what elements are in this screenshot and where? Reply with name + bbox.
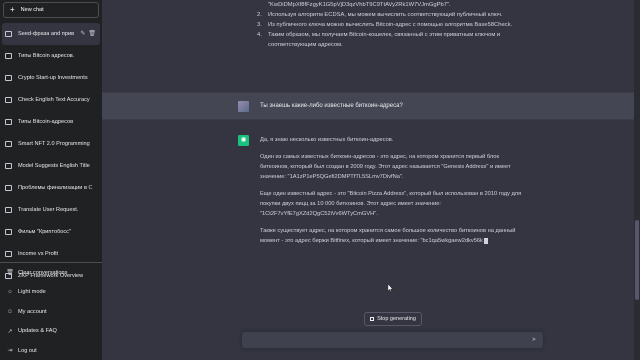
my-account-label: My account [18, 308, 47, 315]
chat-item-label: Translate User Request. [18, 207, 79, 213]
logout-icon: ⇥ [7, 348, 13, 355]
new-chat-label: New chat [20, 7, 44, 13]
user-message-row: Ты знаешь какие-либо известные биткоин-а… [102, 92, 634, 120]
chat-item[interactable]: Crypto Start-up Investments [0, 67, 102, 89]
user-message-text: Ты знаешь какие-либо известные биткоин-а… [260, 103, 403, 109]
chat-bubble-icon [5, 185, 12, 191]
previous-answer-list: "KwDiDMpXf8fFzgyK1G5pVjD3qzVhbT9C9TtAVy2… [257, 0, 527, 50]
chat-bubble-icon [5, 229, 12, 235]
chat-item[interactable]: Check English Text Accuracy [0, 89, 102, 111]
message-input-box: ➤ [242, 332, 543, 348]
chat-item[interactable]: Типы Bitcoin адресов. [0, 45, 102, 67]
answer-paragraph: Еще один известный адрес - это "Bitcoin … [260, 191, 522, 217]
chat-item-label: Seed-фраза and прив [18, 31, 75, 37]
answer-paragraph: Один из самых известных биткоин-адресов … [260, 154, 511, 180]
light-mode-button[interactable]: ☼ Light mode [0, 283, 102, 303]
list-item: "KwDiDMpXf8fFzgyK1G5pVjD3qzVhbT9C9TtAVy2… [268, 2, 451, 8]
stop-generating-label: Stop generating [377, 316, 416, 322]
chat-bubble-icon [5, 75, 12, 81]
edit-icon[interactable]: ✎ [80, 30, 85, 37]
stop-square-icon [370, 317, 375, 321]
chat-app: + New chat Seed-фраза and прив ✎ 🗑 Типы … [0, 0, 640, 360]
send-icon[interactable]: ➤ [530, 336, 538, 344]
chat-bubble-icon [5, 31, 12, 37]
assistant-message: Да, я знаю несколько известных биткоин-а… [260, 135, 525, 253]
user-avatar [238, 101, 249, 112]
chat-item-label: Фильм "Криптобосс" [18, 229, 71, 235]
chat-bubble-icon [5, 141, 12, 147]
answer-paragraph-streaming: Также существует адрес, на котором храни… [260, 228, 516, 244]
list-item: 3. Из публичного ключа можно вычислить B… [257, 22, 513, 28]
answer-paragraph: Да, я знаю несколько известных биткоин-а… [260, 137, 394, 143]
chat-item-label: Типы Bitcoin адресов. [18, 53, 75, 59]
chat-item[interactable]: Фильм "Криптобосс" [0, 221, 102, 243]
log-out-label: Log out [18, 347, 37, 354]
my-account-button[interactable]: ☺ My account [0, 302, 102, 322]
chat-item-label: Model Suggests English Title [18, 163, 90, 169]
light-mode-label: Light mode [18, 289, 46, 296]
trash-icon: 🗑 [6, 270, 14, 277]
chat-bubble-icon [5, 119, 12, 125]
chat-bubble-icon [5, 207, 12, 213]
list-item: 4. Таким образом, мы получаем Bitcoin-ко… [257, 32, 501, 48]
plus-icon: + [10, 5, 15, 14]
log-out-button[interactable]: ⇥ Log out [0, 341, 102, 360]
stop-generating-button[interactable]: Stop generating [364, 312, 422, 326]
chat-item-label: Smart NFT 2.0 Programming [18, 141, 90, 147]
sidebar: + New chat Seed-фраза and прив ✎ 🗑 Типы … [0, 0, 102, 360]
chat-bubble-icon [5, 163, 12, 169]
chat-item[interactable]: Model Suggests English Title [0, 155, 102, 177]
clear-conversations-label: Clear conversations [18, 269, 68, 276]
chat-item-label: Проблемы финализации в С [18, 185, 93, 191]
message-input[interactable] [248, 334, 518, 346]
typing-cursor [483, 237, 488, 244]
external-link-icon: ↗ [7, 328, 13, 335]
chat-bubble-icon [5, 53, 12, 59]
chat-item[interactable]: Типы Bitcoin-адресов [0, 111, 102, 133]
chat-item-label: Income vs Profit [18, 251, 59, 257]
user-icon: ☺ [6, 308, 14, 315]
scrollbar[interactable] [634, 0, 640, 360]
sidebar-bottom-menu: 🗑 Clear conversations ☼ Light mode ☺ My … [0, 263, 102, 360]
chat-item-active[interactable]: Seed-фраза and прив ✎ 🗑 [2, 23, 100, 45]
assistant-logo-icon: ✺ [238, 135, 249, 146]
new-chat-button[interactable]: + New chat [3, 2, 99, 18]
clear-conversations-button[interactable]: 🗑 Clear conversations [0, 263, 102, 283]
scrollbar-thumb[interactable] [635, 220, 639, 300]
chat-item[interactable]: Translate User Request. [0, 199, 102, 221]
mouse-pointer-icon [388, 284, 393, 292]
conversation-pane: "KwDiDMpXf8fFzgyK1G5pVjD3qzVhbT9C9TtAVy2… [102, 0, 640, 360]
updates-faq-label: Updates & FAQ [18, 328, 57, 335]
sun-icon: ☼ [7, 289, 13, 296]
chat-item-label: Crypto Start-up Investments [18, 75, 88, 81]
trash-icon[interactable]: 🗑 [88, 30, 96, 37]
chat-history-list: Seed-фраза and прив ✎ 🗑 Типы Bitcoin адр… [0, 23, 102, 287]
chat-item-label: Check English Text Accuracy [18, 97, 90, 103]
chat-item[interactable]: Smart NFT 2.0 Programming [0, 133, 102, 155]
chat-item[interactable]: Проблемы финализации в С [0, 177, 102, 199]
updates-faq-link[interactable]: ↗ Updates & FAQ [0, 322, 102, 342]
chat-item-label: Типы Bitcoin-адресов [18, 119, 74, 125]
chat-bubble-icon [5, 251, 12, 257]
list-item: 2. Используя алгоритм ECDSA, мы можем вы… [257, 12, 503, 18]
chat-bubble-icon [5, 97, 12, 103]
